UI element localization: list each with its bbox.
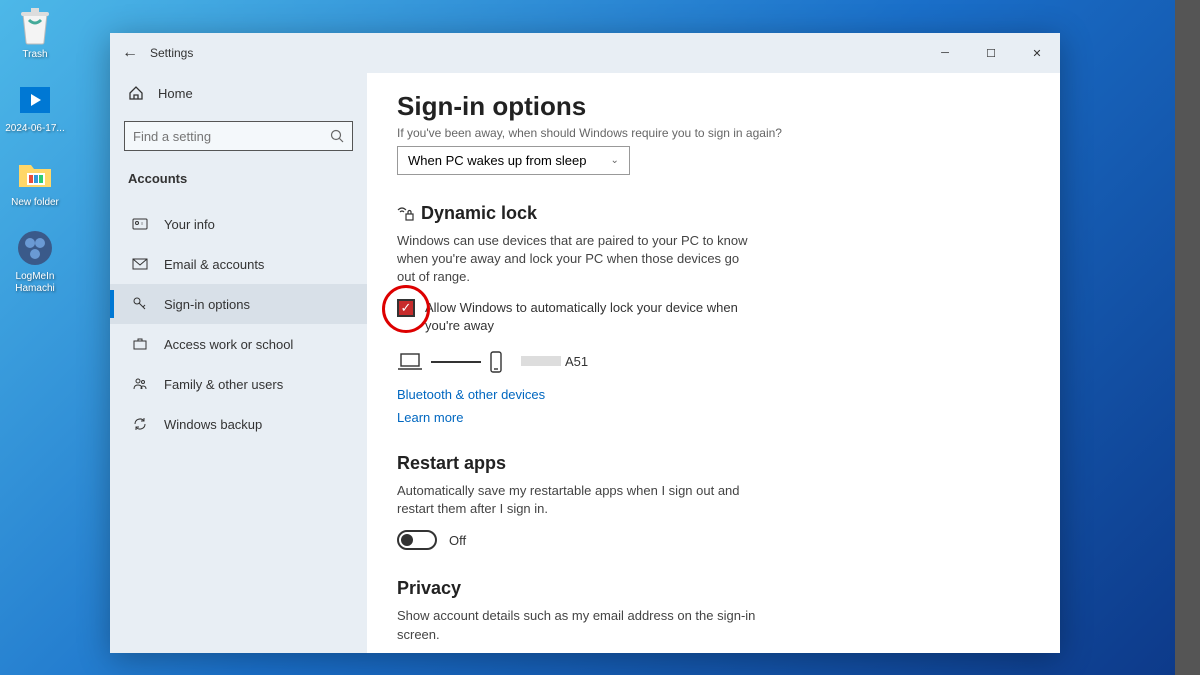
window-title: Settings xyxy=(150,46,193,60)
search-icon xyxy=(330,129,344,143)
logmein-icon xyxy=(14,227,56,269)
chevron-down-icon: ⌄ xyxy=(610,155,618,166)
window-controls: ─ ☐ ✕ xyxy=(922,33,1060,73)
sidebar-item-your-info[interactable]: ≡ Your info xyxy=(110,204,367,244)
sidebar-item-label: Sign-in options xyxy=(164,297,250,312)
sidebar-item-work-school[interactable]: Access work or school xyxy=(110,324,367,364)
restart-apps-desc: Automatically save my restartable apps w… xyxy=(397,482,757,518)
sidebar-section-label: Accounts xyxy=(110,159,367,198)
desktop-icon-new-folder[interactable]: New folder xyxy=(5,153,65,209)
phone-icon xyxy=(489,351,503,373)
require-signin-dropdown[interactable]: When PC wakes up from sleep ⌄ xyxy=(397,146,630,175)
dynamic-lock-header: Dynamic lock xyxy=(397,203,1030,224)
settings-window: ← Settings ─ ☐ ✕ Home xyxy=(110,33,1060,653)
titlebar: ← Settings ─ ☐ ✕ xyxy=(110,33,1060,73)
sidebar-items: ≡ Your info Email & accounts Sign-in opt… xyxy=(110,204,367,444)
desktop-icon-media-file[interactable]: 2024-06-17... xyxy=(5,79,65,135)
sidebar-home[interactable]: Home xyxy=(110,73,367,113)
search-input[interactable] xyxy=(124,121,353,151)
maximize-button[interactable]: ☐ xyxy=(968,33,1014,73)
sidebar: Home Accounts ≡ Your info Em xyxy=(110,73,367,653)
toggle-label: Off xyxy=(449,533,466,548)
dropdown-value: When PC wakes up from sleep xyxy=(408,153,586,168)
home-icon xyxy=(128,85,144,101)
truncated-text: If you've been away, when should Windows… xyxy=(397,126,1030,140)
trash-icon xyxy=(14,5,56,47)
bluetooth-devices-link[interactable]: Bluetooth & other devices xyxy=(397,387,1030,402)
desktop-icon-trash[interactable]: Trash xyxy=(5,5,65,61)
sidebar-item-label: Access work or school xyxy=(164,337,293,352)
device-name: A51 xyxy=(521,354,588,369)
mail-icon xyxy=(132,256,148,272)
privacy-section: Privacy Show account details such as my … xyxy=(397,578,1030,653)
sidebar-item-backup[interactable]: Windows backup xyxy=(110,404,367,444)
sidebar-item-label: Your info xyxy=(164,217,215,232)
restart-apps-toggle[interactable] xyxy=(397,530,437,550)
allow-auto-lock-checkbox[interactable]: ✓ xyxy=(397,299,415,317)
minimize-button[interactable]: ─ xyxy=(922,33,968,73)
dynamic-lock-desc: Windows can use devices that are paired … xyxy=(397,232,757,287)
person-card-icon: ≡ xyxy=(132,216,148,232)
signal-lock-icon xyxy=(397,205,415,223)
checkbox-label: Allow Windows to automatically lock your… xyxy=(425,299,757,335)
sidebar-home-label: Home xyxy=(158,86,193,101)
desktop-background: Trash 2024-06-17... New folder LogMeIn H… xyxy=(0,0,1175,675)
connection-line xyxy=(431,361,481,363)
page-title: Sign-in options xyxy=(397,91,1030,122)
desktop-icons: Trash 2024-06-17... New folder LogMeIn H… xyxy=(5,5,65,313)
search-field[interactable] xyxy=(133,129,330,144)
svg-text:≡: ≡ xyxy=(141,221,144,226)
close-button[interactable]: ✕ xyxy=(1014,33,1060,73)
content-area: Sign-in options If you've been away, whe… xyxy=(367,73,1060,653)
sidebar-item-signin[interactable]: Sign-in options xyxy=(110,284,367,324)
dynamic-lock-checkbox-row: ✓ Allow Windows to automatically lock yo… xyxy=(397,299,757,335)
window-body: Home Accounts ≡ Your info Em xyxy=(110,73,1060,653)
sidebar-item-email[interactable]: Email & accounts xyxy=(110,244,367,284)
media-file-icon xyxy=(14,79,56,121)
sync-icon xyxy=(132,416,148,432)
restart-apps-section: Restart apps Automatically save my resta… xyxy=(397,453,1030,550)
sidebar-item-label: Windows backup xyxy=(164,417,262,432)
people-icon xyxy=(132,376,148,392)
restart-apps-header: Restart apps xyxy=(397,453,1030,474)
folder-icon xyxy=(14,153,56,195)
sidebar-item-label: Email & accounts xyxy=(164,257,264,272)
back-button[interactable]: ← xyxy=(110,33,150,73)
privacy-header: Privacy xyxy=(397,578,1030,599)
restart-apps-toggle-row: Off xyxy=(397,530,1030,550)
sidebar-item-family[interactable]: Family & other users xyxy=(110,364,367,404)
laptop-icon xyxy=(397,352,423,372)
desktop-icon-logmein[interactable]: LogMeIn Hamachi xyxy=(5,227,65,295)
learn-more-link[interactable]: Learn more xyxy=(397,410,1030,425)
briefcase-icon xyxy=(132,336,148,352)
sidebar-item-label: Family & other users xyxy=(164,377,283,392)
paired-device-row: A51 xyxy=(397,351,1030,373)
dynamic-lock-section: Dynamic lock Windows can use devices tha… xyxy=(397,203,1030,425)
key-icon xyxy=(132,296,148,312)
privacy-desc: Show account details such as my email ad… xyxy=(397,607,757,643)
